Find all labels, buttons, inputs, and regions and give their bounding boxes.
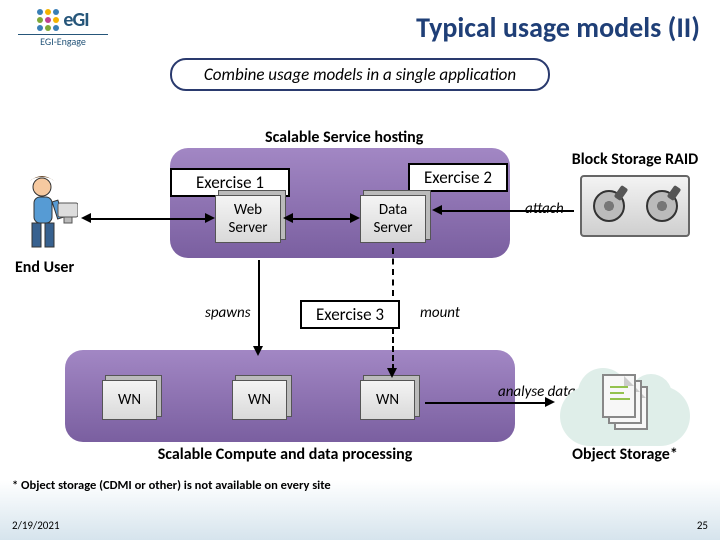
exercise-1-tag: Exercise 1 [170,168,290,197]
label-scalable-hosting: Scalable Service hosting [265,128,423,147]
arrow-icon [283,213,293,223]
edge-web-data [290,218,352,220]
disk-icon [646,190,678,222]
edge-mount-lower [392,328,394,370]
raid-storage-icon [580,175,690,237]
edge-spawns [258,260,260,348]
edge-label-spawns: spawns [205,304,251,322]
worker-node-1: WN [102,380,157,420]
edge-label-attach: attach [525,200,564,218]
arrow-icon [350,213,360,223]
arrow-icon [387,368,397,378]
arrow-icon [432,205,442,215]
end-user-icon [22,175,78,251]
exercise-3-tag: Exercise 3 [300,300,400,329]
arrow-icon [81,213,91,223]
worker-node-2: WN [232,380,287,420]
edge-user-web [88,218,208,220]
exercise-2-tag: Exercise 2 [408,163,508,192]
page-title: Typical usage models (II) [130,10,700,45]
logo-subtitle: EGI-Engage [18,34,108,48]
label-end-user: End User [15,258,74,277]
edge-analyse [425,402,547,404]
page-number: 25 [697,519,708,532]
banner-callout: Combine usage models in a single applica… [170,58,550,91]
slide-date: 2/19/2021 [12,519,60,532]
footnote: * Object storage (CDMI or other) is not … [12,478,331,493]
data-server-node: Data Server [360,195,426,243]
logo-text: eGI [63,8,88,32]
web-server-node: Web Server [215,195,281,243]
label-scalable-compute: Scalable Compute and data processing [145,445,425,464]
arrow-icon [253,346,263,356]
worker-node-3: WN [360,380,415,420]
disk-icon [593,190,625,222]
arrow-icon [205,213,215,223]
object-storage-icon [552,370,702,450]
logo: eGI EGI-Engage [18,8,108,48]
label-block-storage: Block Storage RAID [560,150,710,169]
edge-mount-upper [392,248,394,296]
edge-attach [440,210,574,212]
edge-label-mount: mount [420,304,460,322]
